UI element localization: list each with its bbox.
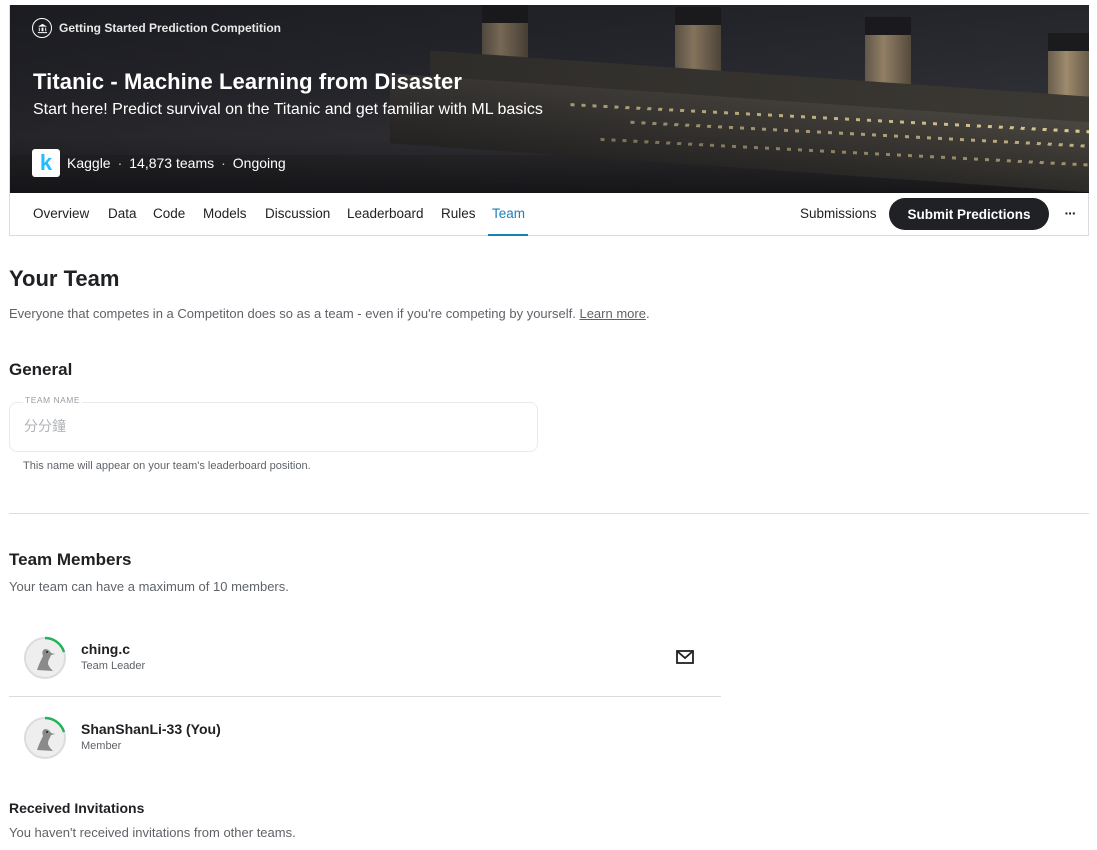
competition-status: Ongoing	[232, 155, 286, 171]
tab-discussion[interactable]: Discussion	[265, 206, 330, 221]
institution-icon	[32, 18, 52, 38]
team-member-row: ShanShanLi-33 (You) Member	[9, 697, 721, 777]
received-invitations-heading: Received Invitations	[9, 800, 145, 816]
received-invitations-subtext: You haven't received invitations from ot…	[9, 825, 296, 840]
team-name-input[interactable]	[24, 418, 504, 434]
submissions-link[interactable]: Submissions	[800, 206, 877, 221]
separator-dot: ·	[221, 155, 226, 171]
general-heading: General	[9, 360, 73, 379]
team-name-label: TEAM NAME	[23, 395, 83, 405]
hero-banner: Getting Started Prediction Competition T…	[10, 5, 1089, 193]
member-role: Team Leader	[81, 660, 146, 672]
category-label: Getting Started Prediction Competition	[59, 21, 282, 35]
team-members-heading: Team Members	[9, 550, 132, 569]
tab-models[interactable]: Models	[203, 206, 247, 221]
member-role: Member	[81, 740, 122, 752]
tab-rules[interactable]: Rules	[441, 206, 476, 221]
team-member-row: ching.c Team Leader	[9, 617, 721, 697]
tab-bar: Overview Data Code Models Discussion Lea…	[10, 193, 1089, 236]
competition-meta: k Kaggle · 14,873 teams · Ongoing	[32, 149, 286, 177]
competition-title: Titanic - Machine Learning from Disaster	[33, 69, 463, 94]
mail-icon[interactable]	[675, 648, 695, 666]
learn-more-link[interactable]: Learn more	[579, 306, 645, 321]
intro-text: Everyone that competes in a Competiton d…	[9, 306, 650, 321]
team-name-help: This name will appear on your team's lea…	[23, 460, 311, 472]
team-name-field[interactable]: TEAM NAME	[9, 395, 538, 452]
tab-leaderboard[interactable]: Leaderboard	[347, 206, 424, 221]
tab-data[interactable]: Data	[108, 206, 137, 221]
tab-code[interactable]: Code	[153, 206, 185, 221]
team-count: 14,873 teams	[129, 155, 215, 171]
kaggle-logo-icon[interactable]: k	[32, 149, 60, 177]
intro-period: .	[645, 306, 650, 321]
member-name[interactable]: ching.c	[81, 641, 130, 657]
more-options-icon[interactable]: ···	[1060, 202, 1080, 224]
avatar[interactable]	[23, 636, 67, 680]
section-divider	[9, 513, 1089, 514]
competition-category: Getting Started Prediction Competition	[32, 18, 281, 38]
submit-predictions-button[interactable]: Submit Predictions	[889, 198, 1049, 230]
avatar[interactable]	[23, 716, 67, 760]
active-tab-indicator	[488, 234, 528, 236]
member-name[interactable]: ShanShanLi-33 (You)	[81, 721, 221, 737]
competition-subtitle: Start here! Predict survival on the Tita…	[33, 101, 543, 118]
tab-team[interactable]: Team	[492, 206, 525, 221]
page-title: Your Team	[9, 266, 120, 291]
tab-overview[interactable]: Overview	[33, 206, 89, 221]
separator-dot: ·	[117, 155, 123, 171]
intro-body: Everyone that competes in a Competiton d…	[9, 306, 576, 321]
host-name[interactable]: Kaggle	[67, 155, 111, 171]
competition-header: Getting Started Prediction Competition T…	[9, 5, 1089, 236]
team-members-subtext: Your team can have a maximum of 10 membe…	[9, 579, 289, 594]
